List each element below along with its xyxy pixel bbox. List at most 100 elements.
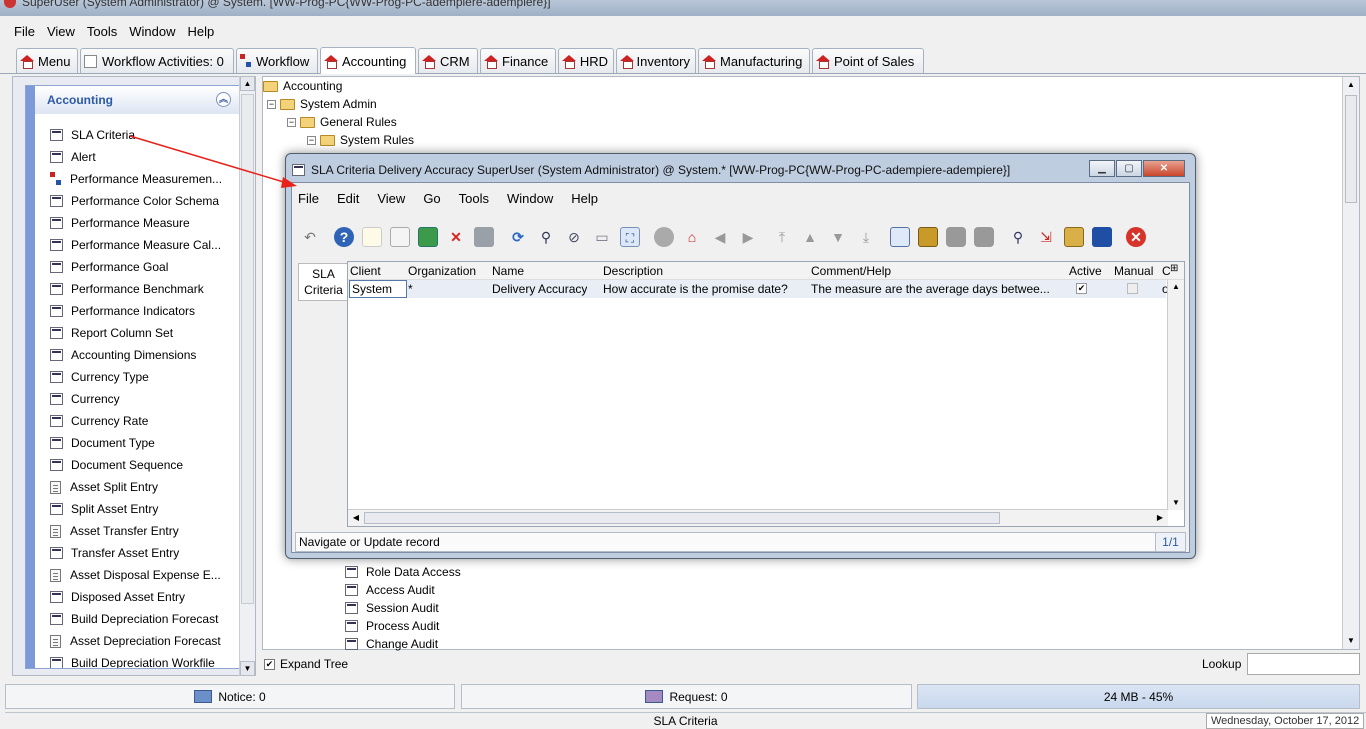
home-icon[interactable]: ⌂ bbox=[682, 227, 702, 247]
menu-go[interactable]: Go bbox=[423, 191, 440, 206]
column-header-description[interactable]: Description bbox=[603, 264, 663, 278]
taskpane-item[interactable]: Document Sequence bbox=[50, 454, 222, 476]
tree-node-system-admin[interactable]: − System Admin bbox=[267, 95, 377, 113]
scroll-down-icon[interactable]: ▼ bbox=[1169, 496, 1183, 510]
column-header-name[interactable]: Name bbox=[492, 264, 524, 278]
taskpane-item[interactable]: Alert bbox=[50, 146, 222, 168]
taskpane-item[interactable]: Asset Disposal Expense E... bbox=[50, 564, 222, 586]
column-header-client[interactable]: Client bbox=[350, 264, 381, 278]
next-icon[interactable]: ▼ bbox=[828, 227, 848, 247]
close-button[interactable]: ✕ bbox=[1143, 160, 1185, 177]
attachment-icon[interactable]: ⊘ bbox=[564, 227, 584, 247]
exit-icon[interactable]: ✕ bbox=[1126, 227, 1146, 247]
tree-node-access-audit[interactable]: Access Audit bbox=[345, 581, 435, 599]
previous-icon[interactable]: ▲ bbox=[800, 227, 820, 247]
taskpane-item[interactable]: Document Type bbox=[50, 432, 222, 454]
scroll-thumb[interactable] bbox=[1345, 95, 1357, 203]
menu-edit[interactable]: Edit bbox=[337, 191, 359, 206]
column-header-c[interactable]: C bbox=[1162, 264, 1170, 278]
tab-finance[interactable]: Finance bbox=[480, 48, 556, 73]
collapse-icon[interactable]: ︽ bbox=[216, 92, 231, 107]
grid-horizontal-scrollbar[interactable]: ◀ ▶ bbox=[348, 509, 1168, 526]
taskpane-item[interactable]: Accounting Dimensions bbox=[50, 344, 222, 366]
expand-tree-checkbox[interactable]: ✔ Expand Tree bbox=[264, 657, 348, 671]
cell-client[interactable]: System bbox=[349, 280, 407, 298]
scroll-down-icon[interactable]: ▼ bbox=[240, 661, 255, 676]
tab-inventory[interactable]: Inventory bbox=[616, 48, 696, 73]
find-icon[interactable]: ⚲ bbox=[536, 227, 556, 247]
taskpane-item[interactable]: Build Depreciation Forecast bbox=[50, 608, 222, 630]
tab-crm[interactable]: CRM bbox=[418, 48, 478, 73]
taskpane-item[interactable]: Disposed Asset Entry bbox=[50, 586, 222, 608]
menu-help[interactable]: Help bbox=[571, 191, 598, 206]
taskpane-item[interactable]: Performance Measure Cal... bbox=[50, 234, 222, 256]
cell-organization[interactable]: * bbox=[408, 282, 413, 296]
taskpane-item[interactable]: Asset Split Entry bbox=[50, 476, 222, 498]
tree-node-process-audit[interactable]: Process Audit bbox=[345, 617, 439, 635]
menu-tools[interactable]: Tools bbox=[87, 24, 117, 39]
tab-hrd[interactable]: HRD bbox=[558, 48, 614, 73]
record-count[interactable]: 1/1 bbox=[1155, 533, 1185, 551]
taskpane-item[interactable]: Performance Measuremen... bbox=[50, 168, 222, 190]
column-chooser-icon[interactable]: ⊞ bbox=[1170, 263, 1178, 274]
taskpane-item[interactable]: Currency bbox=[50, 388, 222, 410]
save-icon[interactable] bbox=[474, 227, 494, 247]
scroll-down-icon[interactable]: ▼ bbox=[1344, 634, 1358, 648]
menu-tools[interactable]: Tools bbox=[459, 191, 489, 206]
menu-window[interactable]: Window bbox=[129, 24, 175, 39]
workflow-icon[interactable]: ⇲ bbox=[1036, 227, 1056, 247]
taskpane-item[interactable]: Currency Type bbox=[50, 366, 222, 388]
tree-node-change-audit[interactable]: Change Audit bbox=[345, 635, 438, 653]
tab-sla-criteria[interactable]: SLA Criteria bbox=[298, 263, 348, 301]
tree-node-general-rules[interactable]: − General Rules bbox=[287, 113, 397, 131]
taskpane-item[interactable]: Performance Measure bbox=[50, 212, 222, 234]
maximize-button[interactable]: ▢ bbox=[1116, 160, 1142, 177]
column-header-active[interactable]: Active bbox=[1069, 264, 1102, 278]
tree-node-session-audit[interactable]: Session Audit bbox=[345, 599, 439, 617]
tree-node-system-rules[interactable]: − System Rules bbox=[307, 131, 414, 149]
column-header-organization[interactable]: Organization bbox=[408, 264, 476, 278]
tab-menu[interactable]: Menu bbox=[16, 48, 78, 73]
help-icon[interactable]: ? bbox=[334, 227, 354, 247]
request-button[interactable]: Request: 0 bbox=[461, 684, 912, 709]
menu-file[interactable]: File bbox=[298, 191, 319, 206]
taskpane-item[interactable]: Split Asset Entry bbox=[50, 498, 222, 520]
cell-comment-help[interactable]: The measure are the average days betwee.… bbox=[811, 282, 1061, 296]
menu-view[interactable]: View bbox=[377, 191, 405, 206]
menu-view[interactable]: View bbox=[47, 24, 75, 39]
zoom-across-icon[interactable]: ⚲ bbox=[1008, 227, 1028, 247]
window-title-bar[interactable]: SLA Criteria Delivery Accuracy SuperUser… bbox=[292, 159, 1189, 181]
first-record-icon[interactable]: ⤒ bbox=[772, 227, 792, 247]
taskpane-item[interactable]: Report Column Set bbox=[50, 322, 222, 344]
checkbox-checked-icon[interactable]: ✔ bbox=[264, 658, 275, 670]
cell-manual-checkbox[interactable] bbox=[1127, 283, 1138, 294]
next-record-icon[interactable]: ▶ bbox=[738, 227, 758, 247]
print-preview-icon[interactable] bbox=[946, 227, 966, 247]
archive-icon[interactable] bbox=[918, 227, 938, 247]
cell-name[interactable]: Delivery Accuracy bbox=[492, 282, 587, 296]
column-header-manual[interactable]: Manual bbox=[1114, 264, 1153, 278]
collapse-node-icon[interactable]: − bbox=[307, 135, 316, 145]
scroll-thumb[interactable] bbox=[241, 94, 254, 604]
save-new-icon[interactable] bbox=[418, 227, 438, 247]
taskpane-item[interactable]: Transfer Asset Entry bbox=[50, 542, 222, 564]
notice-button[interactable]: Notice: 0 bbox=[5, 684, 455, 709]
scroll-right-icon[interactable]: ▶ bbox=[1153, 511, 1167, 525]
tab-workflow[interactable]: Workflow bbox=[236, 48, 318, 73]
scroll-up-icon[interactable]: ▲ bbox=[1169, 280, 1183, 294]
cell-description[interactable]: How accurate is the promise date? bbox=[603, 282, 788, 296]
scroll-left-icon[interactable]: ◀ bbox=[349, 511, 363, 525]
left-panel-scrollbar[interactable]: ▲ ▼ bbox=[239, 76, 255, 676]
history-icon[interactable] bbox=[654, 227, 674, 247]
menu-window[interactable]: Window bbox=[507, 191, 553, 206]
delete-icon[interactable]: ✕ bbox=[446, 227, 466, 247]
previous-record-icon[interactable]: ◀ bbox=[710, 227, 730, 247]
menu-help[interactable]: Help bbox=[188, 24, 215, 39]
print-icon[interactable] bbox=[974, 227, 994, 247]
lookup-input[interactable] bbox=[1247, 653, 1360, 675]
taskpane-item[interactable]: Build Depreciation Workfile bbox=[50, 652, 222, 668]
process-icon[interactable] bbox=[1092, 227, 1112, 247]
tab-accounting[interactable]: Accounting bbox=[320, 47, 416, 74]
copy-record-icon[interactable] bbox=[390, 227, 410, 247]
taskpane-item[interactable]: Performance Color Schema bbox=[50, 190, 222, 212]
